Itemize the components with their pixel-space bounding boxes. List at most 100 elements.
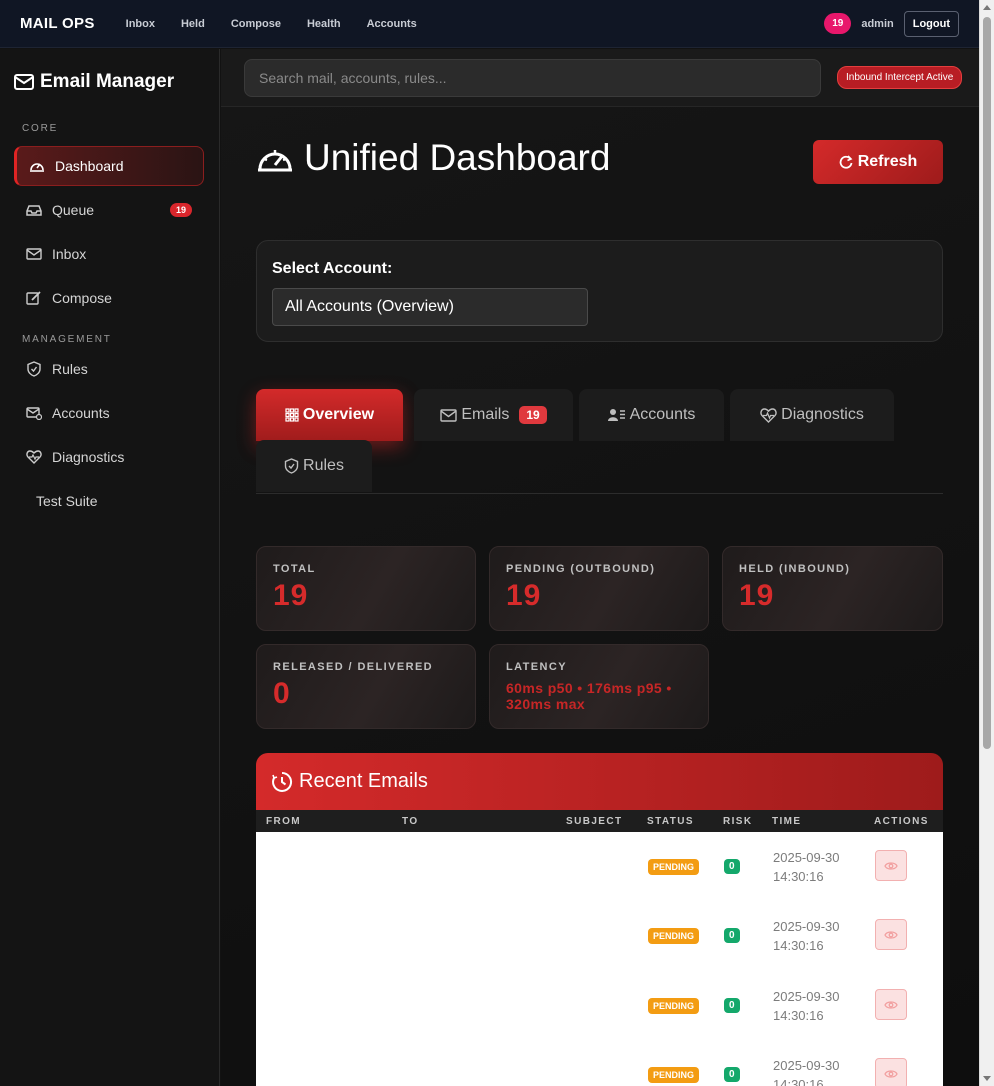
speedometer-icon xyxy=(258,150,292,172)
stat-card-held-inbound: HELD (INBOUND) 19 xyxy=(722,546,943,631)
brand-logo[interactable]: MAIL OPS xyxy=(20,15,95,32)
date-text: 2025-09-30 xyxy=(773,1058,840,1073)
scroll-down-arrow-icon[interactable] xyxy=(983,1076,991,1081)
tab-accounts[interactable]: Accounts xyxy=(579,389,724,441)
stat-label: TOTAL xyxy=(273,563,316,575)
column-header-time[interactable]: TIME xyxy=(772,816,802,827)
sidebar-item-diagnostics[interactable]: Diagnostics xyxy=(14,437,204,477)
tab-label: Emails xyxy=(461,406,510,423)
stat-value: 19 xyxy=(506,579,542,612)
search-bar-row: Inbound Intercept Active xyxy=(221,49,979,107)
logout-button[interactable]: Logout xyxy=(903,10,959,37)
nav-link-inbox[interactable]: Inbox xyxy=(126,18,155,30)
time-text: 14:30:16 xyxy=(773,1008,824,1023)
pencil-square-icon xyxy=(26,291,41,305)
refresh-button[interactable]: Refresh xyxy=(813,140,943,184)
nav-link-health[interactable]: Health xyxy=(307,18,341,30)
envelope-icon xyxy=(440,408,458,422)
heart-pulse-icon xyxy=(760,407,777,423)
time-text: 14:30:16 xyxy=(773,938,824,953)
sidebar-item-label: Accounts xyxy=(52,405,110,421)
nav-link-accounts[interactable]: Accounts xyxy=(367,18,417,30)
sidebar-item-test-suite[interactable]: Test Suite xyxy=(14,481,204,521)
eye-icon xyxy=(884,861,898,870)
table-row[interactable]: PENDING 0 2025-09-30 14:30:16 xyxy=(256,901,943,970)
tab-diagnostics[interactable]: Diagnostics xyxy=(730,389,894,441)
status-badge: PENDING xyxy=(648,998,700,1014)
scroll-up-arrow-icon[interactable] xyxy=(983,5,991,10)
account-select[interactable]: All Accounts (Overview) xyxy=(272,288,588,326)
sidebar-item-label: Diagnostics xyxy=(52,449,125,465)
tab-label: Diagnostics xyxy=(781,406,864,423)
search-input[interactable] xyxy=(244,58,821,97)
eye-icon xyxy=(884,1000,898,1009)
grid-icon xyxy=(285,408,299,422)
stat-value: 19 xyxy=(739,579,775,612)
table-row[interactable]: PENDING 0 2025-09-30 14:30:16 xyxy=(256,971,943,1040)
stat-card-pending-outbound: PENDING (OUTBOUND) 19 xyxy=(489,546,709,631)
date-text: 2025-09-30 xyxy=(773,850,840,865)
envelope-logo-icon xyxy=(14,74,34,90)
sidebar-item-label: Inbox xyxy=(52,246,87,262)
risk-badge: 0 xyxy=(724,998,740,1013)
column-header-to[interactable]: TO xyxy=(402,816,419,827)
scrollbar-thumb[interactable] xyxy=(983,17,991,749)
tab-label: Rules xyxy=(303,457,344,474)
eye-icon xyxy=(884,930,898,939)
view-email-button[interactable] xyxy=(875,1058,907,1086)
sidebar: Email Manager CORE Dashboard Queue 19 In… xyxy=(0,49,220,1086)
sidebar-item-dashboard[interactable]: Dashboard xyxy=(14,146,204,186)
stat-card-released: RELEASED / DELIVERED 0 xyxy=(256,644,476,729)
tab-rules[interactable]: Rules xyxy=(256,440,372,492)
view-email-button[interactable] xyxy=(875,919,907,950)
tab-label: Overview xyxy=(302,406,375,423)
username-label: admin xyxy=(861,17,894,30)
notification-count-badge[interactable]: 19 xyxy=(824,13,852,34)
sidebar-item-queue[interactable]: Queue 19 xyxy=(14,190,204,230)
table-row[interactable]: PENDING 0 2025-09-30 14:30:16 xyxy=(256,1040,943,1086)
stat-value: 0 xyxy=(273,677,291,710)
stat-label: HELD (INBOUND) xyxy=(739,563,851,575)
view-email-button[interactable] xyxy=(875,850,907,881)
column-header-subject[interactable]: SUBJECT xyxy=(566,816,622,827)
sidebar-item-compose[interactable]: Compose xyxy=(14,278,204,318)
sidebar-title: Email Manager xyxy=(14,71,219,93)
emails-count-badge: 19 xyxy=(519,406,547,424)
sidebar-item-rules[interactable]: Rules xyxy=(14,349,204,389)
latency-value: 60ms p50 • 176ms p95 • 320ms max xyxy=(506,680,672,712)
sidebar-item-accounts[interactable]: Accounts xyxy=(14,393,204,433)
page-scrollbar[interactable] xyxy=(979,0,994,1086)
column-header-status[interactable]: STATUS xyxy=(647,816,694,827)
page-header: Unified Dashboard xyxy=(256,137,610,179)
tab-emails[interactable]: Emails 19 xyxy=(414,389,573,441)
sidebar-item-inbox[interactable]: Inbox xyxy=(14,234,204,274)
top-nav-links: Inbox Held Compose Health Accounts xyxy=(113,18,430,30)
recent-emails-header: Recent Emails xyxy=(256,753,943,810)
account-select-label: Select Account: xyxy=(272,260,393,277)
stat-card-latency: LATENCY 60ms p50 • 176ms p95 • 320ms max xyxy=(489,644,709,729)
recent-emails-table-body: PENDING 0 2025-09-30 14:30:16 PENDING 0 2… xyxy=(256,832,943,1086)
stat-label: RELEASED / DELIVERED xyxy=(273,661,434,673)
nav-link-compose[interactable]: Compose xyxy=(231,18,281,30)
time-cell: 2025-09-30 14:30:16 xyxy=(773,987,840,1025)
top-navbar: MAIL OPS Inbox Held Compose Health Accou… xyxy=(0,0,979,48)
time-text: 14:30:16 xyxy=(773,869,824,884)
section-label-core: CORE xyxy=(22,123,59,134)
risk-badge: 0 xyxy=(724,928,740,943)
date-text: 2025-09-30 xyxy=(773,919,840,934)
tab-overview[interactable]: Overview xyxy=(256,389,403,441)
table-row[interactable]: PENDING 0 2025-09-30 14:30:16 xyxy=(256,832,943,901)
person-lines-icon xyxy=(607,409,625,421)
column-header-from[interactable]: FROM xyxy=(266,816,301,827)
column-header-risk[interactable]: RISK xyxy=(723,816,753,827)
table-header: FROM TO SUBJECT STATUS RISK TIME ACTIONS xyxy=(256,810,943,832)
view-email-button[interactable] xyxy=(875,989,907,1020)
sidebar-item-label: Dashboard xyxy=(55,158,124,174)
account-selector-card: Select Account: All Accounts (Overview) xyxy=(256,240,943,342)
sidebar-item-label: Queue xyxy=(52,202,95,218)
stat-label: PENDING (OUTBOUND) xyxy=(506,563,656,575)
sidebar-item-label: Test Suite xyxy=(36,493,98,509)
nav-link-held[interactable]: Held xyxy=(181,18,205,30)
shield-icon xyxy=(27,361,41,377)
sidebar-item-label: Compose xyxy=(52,290,112,306)
